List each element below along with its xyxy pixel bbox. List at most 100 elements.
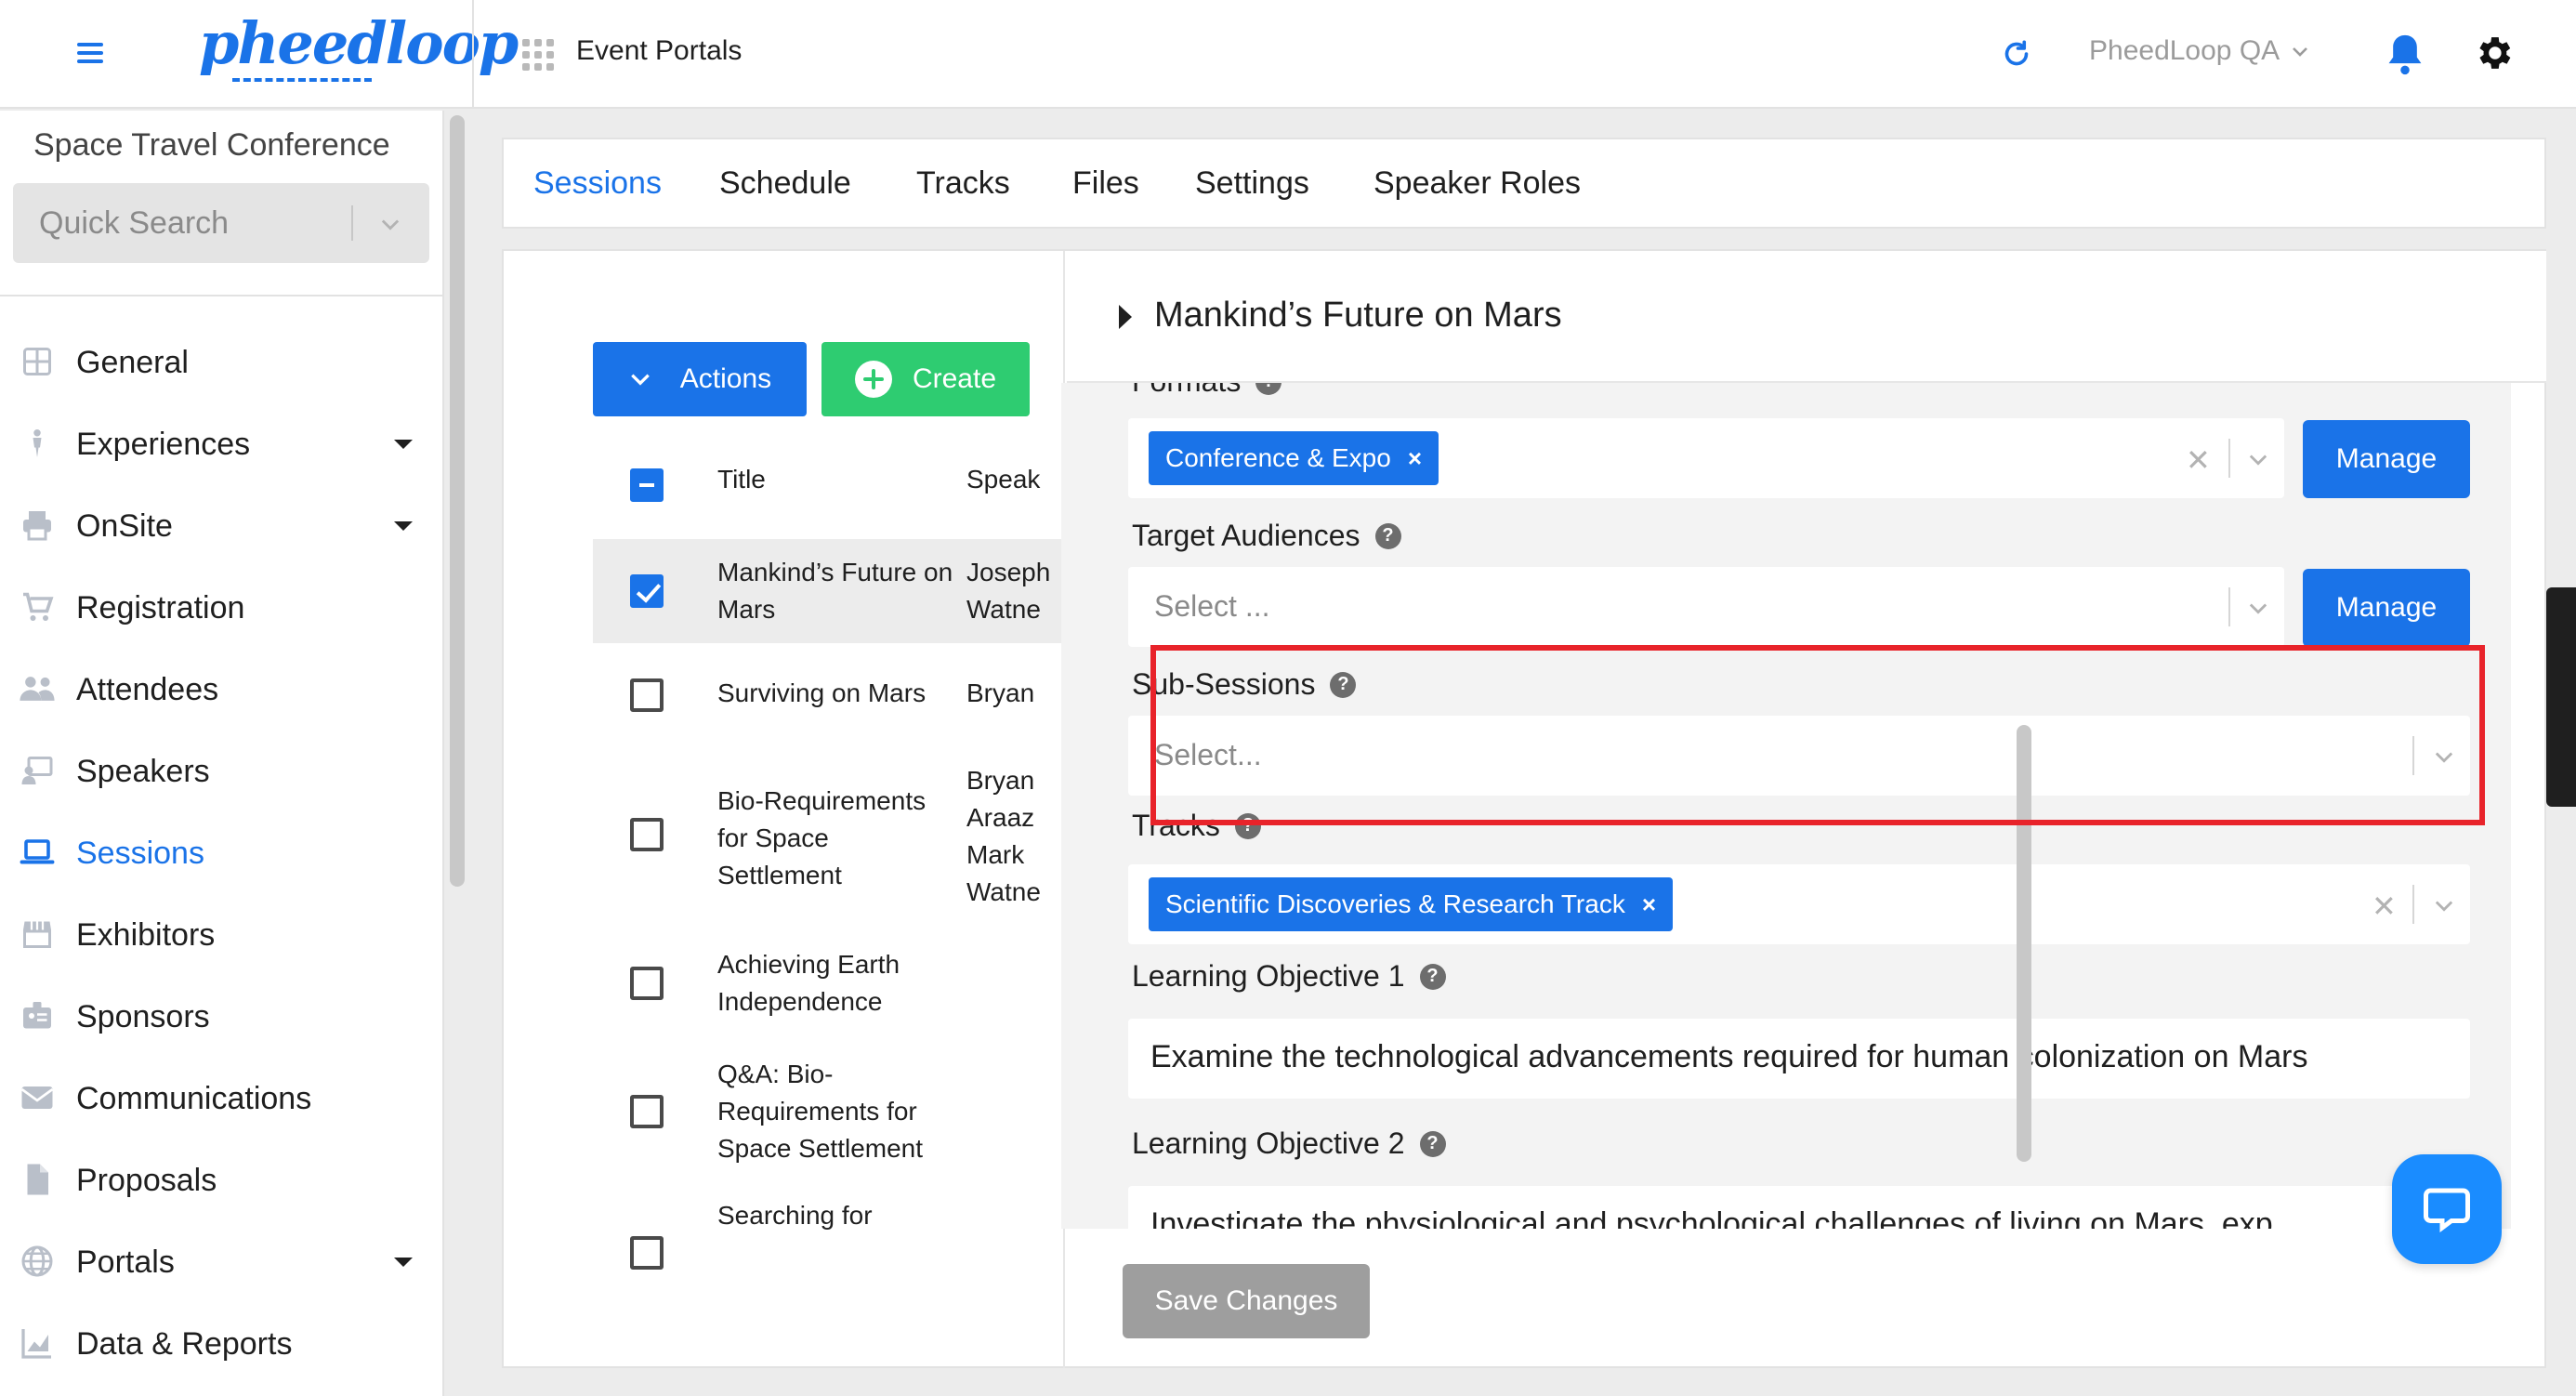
remove-chip-icon[interactable]: × [1642,890,1656,919]
row-checkbox[interactable] [630,967,664,1000]
table-row[interactable]: Q&A: Bio-Requirements for Space Settleme… [593,1052,1063,1179]
help-icon[interactable]: ? [1374,522,1401,549]
sidebar-scrollbar[interactable] [450,115,465,887]
column-header-speakers[interactable]: Speak [966,465,1040,494]
row-checkbox[interactable] [630,818,664,851]
sidebar-item-label: Experiences [76,427,251,462]
sidebar-item-sessions[interactable]: Sessions [0,817,444,888]
chevron-down-icon[interactable] [2431,892,2457,918]
sidebar-item-data-reports[interactable]: Data & Reports [0,1308,444,1378]
remove-chip-icon[interactable]: × [1408,444,1422,473]
chevron-down-icon[interactable] [2245,595,2271,621]
tab-tracks[interactable]: Tracks [916,165,1010,202]
cart-icon [23,592,54,621]
tracks-label-text: Tracks [1132,809,1220,842]
caret-right-icon[interactable] [1119,305,1132,329]
sidebar-item-label: Registration [76,590,245,626]
bell-icon[interactable] [2385,32,2425,76]
row-title[interactable]: Q&A: Bio-Requirements for Space Settleme… [717,1056,959,1167]
help-icon[interactable]: ? [1330,671,1357,698]
table-row[interactable]: Achieving Earth Independence [593,939,1063,1032]
sidebar-item-speakers[interactable]: Speakers [0,735,444,806]
help-icon[interactable]: ? [1255,383,1282,395]
learning-objective-1-input[interactable]: Examine the technological advancements r… [1128,1019,2470,1099]
quick-search-select[interactable]: Quick Search [13,183,429,263]
row-checkbox[interactable] [630,1095,664,1128]
formats-chip: Conference & Expo × [1149,431,1439,485]
tab-schedule[interactable]: Schedule [719,165,851,202]
clear-icon[interactable]: ✕ [2186,442,2211,478]
chevron-down-icon[interactable] [377,211,403,237]
formats-select[interactable]: Conference & Expo × ✕ [1128,418,2284,498]
session-detail-header[interactable]: Mankind’s Future on Mars [1067,251,2546,383]
manage-audiences-button[interactable]: Manage [2303,569,2470,647]
tab-speaker-roles[interactable]: Speaker Roles [1373,165,1581,202]
section-title: Event Portals [576,35,743,66]
help-icon[interactable]: ? [1419,963,1446,990]
actions-label: Actions [679,363,772,394]
column-header-title[interactable]: Title [717,465,766,494]
sidebar-item-label: Communications [76,1081,312,1116]
table-row[interactable]: Mankind’s Future on Mars Joseph Watne [593,539,1063,643]
create-button[interactable]: Create [821,342,1030,416]
mail-icon [20,1087,54,1109]
select-all-checkbox[interactable] [630,468,664,502]
target-audiences-select[interactable]: Select ... [1128,567,2284,647]
chevron-down-icon[interactable] [2245,446,2271,472]
help-icon[interactable]: ? [1419,1130,1446,1157]
sidebar-item-label: Speakers [76,754,210,789]
refresh-icon[interactable] [2000,37,2033,71]
select-separator [2412,885,2414,924]
row-checkbox[interactable] [630,574,664,608]
tab-settings[interactable]: Settings [1195,165,1309,202]
help-icon[interactable]: ? [1234,812,1261,839]
row-checkbox[interactable] [630,1236,664,1270]
sidebar-item-communications[interactable]: Communications [0,1062,444,1133]
sidebar-item-registration[interactable]: Registration [0,572,444,642]
tab-files[interactable]: Files [1072,165,1139,202]
row-title[interactable]: Achieving Earth Independence [717,946,959,1021]
pheedloop-logo[interactable]: pheedloop [199,9,519,77]
chat-bubble-icon [2424,1188,2470,1232]
chat-button[interactable] [2392,1154,2502,1264]
tracks-select[interactable]: Scientific Discoveries & Research Track … [1128,864,2470,944]
sidebar-item-portals[interactable]: Portals [0,1226,444,1297]
feedback-tab[interactable] [2546,587,2576,807]
tab-sessions[interactable]: Sessions [533,165,662,202]
table-row[interactable]: Surviving on Mars Bryan [593,658,1063,732]
row-title[interactable]: Surviving on Mars [717,675,959,712]
actions-button[interactable]: Actions [593,342,807,416]
sidebar-item-onsite[interactable]: OnSite [0,490,444,560]
plus-circle-icon [854,361,892,398]
row-title[interactable]: Mankind’s Future on Mars [717,554,959,628]
apps-grid-icon[interactable] [522,39,554,71]
sidebar-item-proposals[interactable]: Proposals [0,1144,444,1215]
account-switcher[interactable]: PheedLoop QA [2089,35,2311,67]
sidebar-item-general[interactable]: General [0,326,444,397]
save-changes-button[interactable]: Save Changes [1123,1264,1370,1338]
sidebar: Space Travel Conference Quick Search Gen… [0,111,444,1396]
chevron-down-icon[interactable] [2431,744,2457,770]
row-title[interactable]: Bio-Requirements for Space Settlement [717,783,959,894]
sub-sessions-select[interactable]: Select... [1128,716,2470,796]
detail-scrollbar[interactable] [2017,725,2031,1162]
clear-icon[interactable]: ✕ [2372,889,2397,924]
top-bar: pheedloop Event Portals PheedLoop QA [0,0,2576,109]
sidebar-item-experiences[interactable]: Experiences [0,408,444,479]
sidebar-item-attendees[interactable]: Attendees [0,653,444,724]
learning-objective-2-input[interactable]: Investigate the physiological and psycho… [1128,1186,2470,1229]
printer-icon [23,511,51,541]
manage-formats-button[interactable]: Manage [2303,420,2470,498]
sidebar-item-exhibitors[interactable]: Exhibitors [0,899,444,969]
table-row[interactable]: Bio-Requirements for Space Settlement Br… [593,753,1063,911]
gear-icon[interactable] [2472,32,2515,74]
table-row[interactable]: Searching for [593,1197,1063,1271]
sidebar-item-sponsors[interactable]: Sponsors [0,981,444,1051]
row-title[interactable]: Searching for [717,1197,959,1234]
session-form: Formats ? Conference & Expo × ✕ Manage T… [1061,383,2511,1229]
store-icon [23,921,51,948]
hamburger-menu-icon[interactable] [74,37,106,69]
row-checkbox[interactable] [630,678,664,712]
sub-sessions-placeholder: Select... [1154,738,1262,771]
event-name: Space Travel Conference [33,127,390,163]
